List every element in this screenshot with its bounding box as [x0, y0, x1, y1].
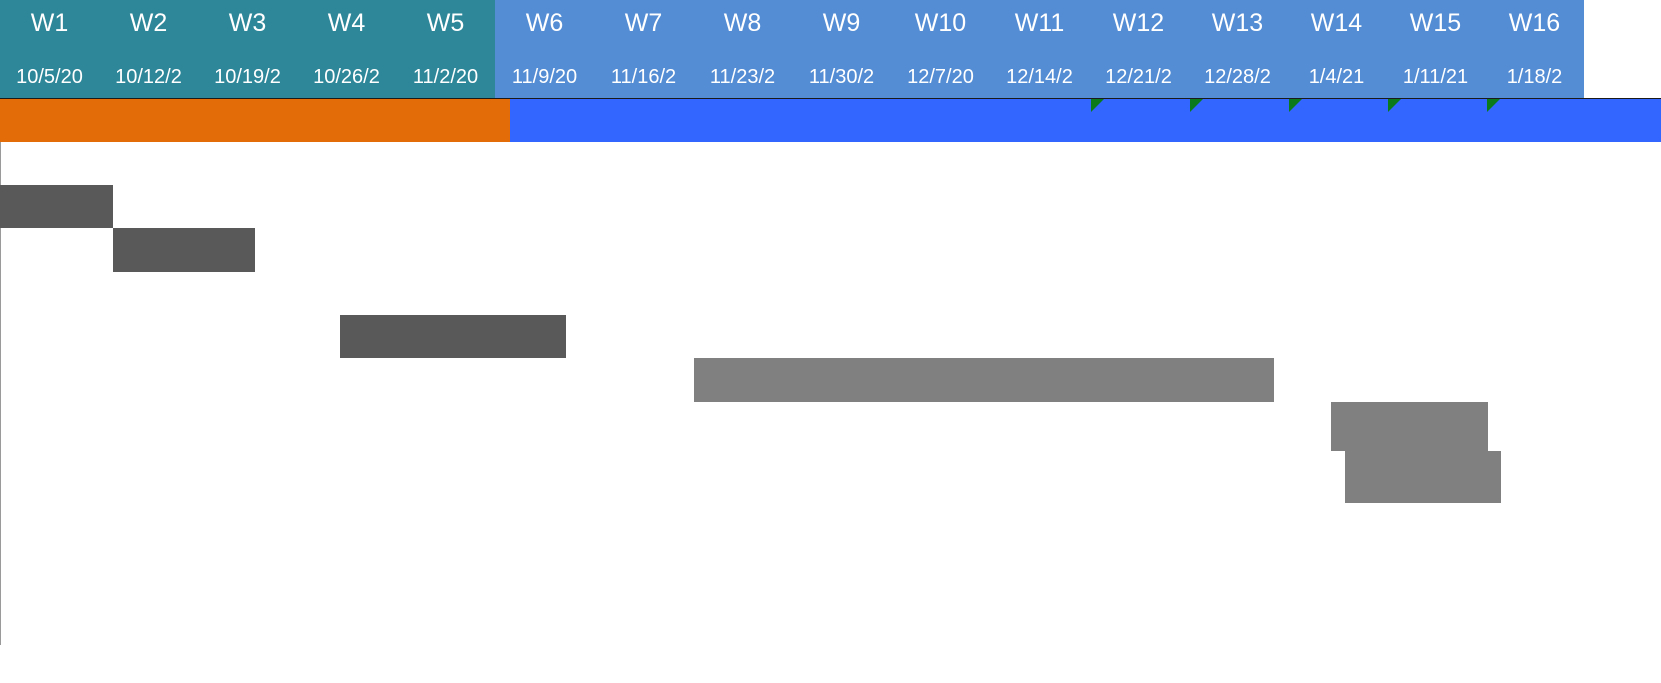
week-header-w15[interactable]: W15 1/11/21: [1386, 0, 1485, 98]
week-header-w13[interactable]: W13 12/28/2: [1188, 0, 1287, 98]
week-label: W4: [327, 9, 366, 37]
week-label: W2: [129, 9, 168, 37]
milestone-marker-icon: [1289, 99, 1302, 112]
task-bar-4[interactable]: [694, 358, 1274, 402]
week-label: W15: [1409, 9, 1462, 37]
week-header-w8[interactable]: W8 11/23/2: [693, 0, 792, 98]
week-label: W9: [822, 9, 861, 37]
milestone-marker-icon: [1487, 99, 1500, 112]
week-label: W3: [228, 9, 267, 37]
week-header-w9[interactable]: W9 11/30/2: [792, 0, 891, 98]
week-header-w16[interactable]: W16 1/18/2: [1485, 0, 1584, 98]
task-bar-1[interactable]: [0, 185, 113, 228]
week-header-w7[interactable]: W7 11/16/2: [594, 0, 693, 98]
week-header-w3[interactable]: W3 10/19/2: [198, 0, 297, 98]
milestone-marker-icon: [1388, 99, 1401, 112]
week-date: 10/5/20: [16, 66, 83, 88]
gantt-sheet: W1 10/5/20 W2 10/12/2 W3 10/19/2 W4 10/26/2 …: [0, 0, 1661, 683]
week-date: 12/21/2: [1105, 66, 1172, 88]
week-date: 10/19/2: [214, 66, 281, 88]
week-date: 12/28/2: [1204, 66, 1271, 88]
week-date: 11/2/20: [412, 66, 479, 88]
week-date: 11/30/2: [808, 66, 875, 88]
milestone-marker-icon: [1091, 99, 1104, 112]
week-date: 12/7/20: [907, 66, 974, 88]
task-bar-6[interactable]: [1345, 451, 1501, 503]
week-label: W5: [426, 9, 465, 37]
week-date: 10/12/2: [115, 66, 182, 88]
task-bar-5[interactable]: [1331, 402, 1488, 451]
week-label: W7: [624, 9, 663, 37]
week-label: W16: [1508, 9, 1561, 37]
week-date: 11/9/20: [511, 66, 578, 88]
week-label: W14: [1310, 9, 1363, 37]
week-header-w6[interactable]: W6 11/9/20: [495, 0, 594, 98]
week-header-w4[interactable]: W4 10/26/2: [297, 0, 396, 98]
week-label: W8: [723, 9, 762, 37]
week-header-w11[interactable]: W11 12/14/2: [990, 0, 1089, 98]
week-header-w1[interactable]: W1 10/5/20: [0, 0, 99, 98]
week-header-w12[interactable]: W12 12/21/2: [1089, 0, 1188, 98]
week-label: W11: [1014, 9, 1065, 37]
week-label: W12: [1112, 9, 1165, 37]
week-label: W13: [1211, 9, 1264, 37]
week-header-w2[interactable]: W2 10/12/2: [99, 0, 198, 98]
week-date: 11/16/2: [610, 66, 677, 88]
week-date: 12/14/2: [1006, 66, 1073, 88]
week-header-w5[interactable]: W5 11/2/20: [396, 0, 495, 98]
phase-bar-1[interactable]: [0, 99, 510, 142]
week-date: 1/4/21: [1308, 66, 1365, 88]
milestone-marker-icon: [1190, 99, 1203, 112]
week-header-w10[interactable]: W10 12/7/20: [891, 0, 990, 98]
week-date: 1/18/2: [1506, 66, 1563, 88]
week-date: 10/26/2: [313, 66, 380, 88]
week-label: W6: [525, 9, 564, 37]
task-bar-3[interactable]: [340, 315, 566, 358]
week-label: W1: [30, 9, 69, 37]
week-date: 11/23/2: [709, 66, 776, 88]
task-bar-2[interactable]: [113, 228, 255, 272]
week-date: 1/11/21: [1402, 66, 1469, 88]
week-label: W10: [914, 9, 967, 37]
week-header-w14[interactable]: W14 1/4/21: [1287, 0, 1386, 98]
